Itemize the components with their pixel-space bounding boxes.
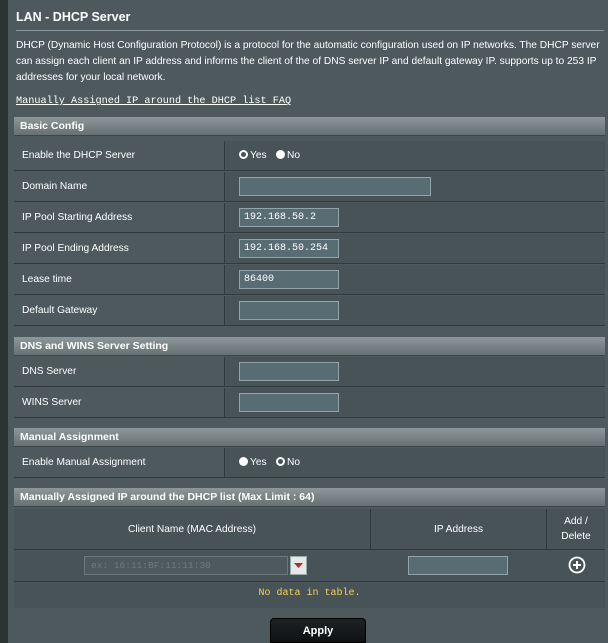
enable-dhcp-row: Enable the DHCP Server Yes No xyxy=(14,141,605,171)
default-gateway-value xyxy=(224,296,605,325)
domain-name-row: Domain Name xyxy=(14,172,605,202)
yes-label: Yes xyxy=(250,150,267,161)
domain-name-label: Domain Name xyxy=(14,172,224,201)
wins-server-row: WINS Server xyxy=(14,388,605,418)
faq-link[interactable]: Manually Assigned IP around the DHCP lis… xyxy=(16,96,291,107)
add-label: Add / xyxy=(564,516,588,527)
enable-manual-value: Yes No xyxy=(224,448,605,477)
domain-name-input[interactable] xyxy=(239,177,431,196)
domain-name-value xyxy=(224,172,605,201)
manual-ip-input[interactable] xyxy=(408,556,508,575)
enable-manual-no-radio[interactable]: No xyxy=(276,448,300,477)
radio-selected-icon xyxy=(276,457,285,466)
dns-server-input[interactable] xyxy=(239,362,339,381)
apply-button[interactable]: Apply xyxy=(270,618,366,643)
default-gateway-input[interactable] xyxy=(239,301,339,320)
wins-server-value xyxy=(224,388,605,417)
pool-end-label: IP Pool Ending Address xyxy=(14,234,224,263)
radio-unselected-icon xyxy=(239,457,248,466)
pool-start-value: 192.168.50.2 xyxy=(224,203,605,232)
enable-dhcp-label: Enable the DHCP Server xyxy=(14,141,224,170)
default-gateway-label: Default Gateway xyxy=(14,296,224,325)
dns-server-row: DNS Server xyxy=(14,357,605,387)
basic-config-header: Basic Config xyxy=(14,117,605,136)
dns-server-label: DNS Server xyxy=(14,357,224,386)
radio-unselected-icon xyxy=(276,150,285,159)
pool-end-input[interactable]: 192.168.50.254 xyxy=(239,239,339,258)
manual-assignment-header: Manual Assignment xyxy=(14,428,605,447)
add-delete-column-header: Add / Delete xyxy=(547,509,605,549)
no-label: No xyxy=(287,150,301,161)
page-description: DHCP (Dynamic Host Configuration Protoco… xyxy=(16,40,600,83)
pool-end-value: 192.168.50.254 xyxy=(224,234,605,263)
lease-time-value: 86400 xyxy=(224,265,605,294)
lease-time-input[interactable]: 86400 xyxy=(239,270,339,289)
pool-start-label: IP Pool Starting Address xyxy=(14,203,224,232)
dns-wins-header: DNS and WINS Server Setting xyxy=(14,337,605,356)
dns-server-value xyxy=(224,357,605,386)
title-divider xyxy=(16,30,604,31)
mac-address-input[interactable]: ex: 16:11:BF:11:11:30 xyxy=(84,556,288,575)
wins-server-label: WINS Server xyxy=(14,388,224,417)
enable-dhcp-no-radio[interactable]: No xyxy=(276,141,300,170)
plus-circle-icon xyxy=(568,556,586,574)
manual-list-edit-row: ex: 16:11:BF:11:11:30 xyxy=(14,550,605,582)
pool-end-row: IP Pool Ending Address 192.168.50.254 xyxy=(14,234,605,264)
wins-server-input[interactable] xyxy=(239,393,339,412)
default-gateway-row: Default Gateway xyxy=(14,296,605,326)
pool-start-input[interactable]: 192.168.50.2 xyxy=(239,208,339,227)
pool-start-row: IP Pool Starting Address 192.168.50.2 xyxy=(14,203,605,233)
ip-address-column-header: IP Address xyxy=(371,509,547,549)
enable-manual-label: Enable Manual Assignment xyxy=(14,448,224,477)
manual-list-table-header: Client Name (MAC Address) IP Address Add… xyxy=(14,509,605,550)
enable-dhcp-yes-radio[interactable]: Yes xyxy=(239,141,267,170)
manual-list-header: Manually Assigned IP around the DHCP lis… xyxy=(14,488,605,507)
radio-selected-icon xyxy=(239,150,248,159)
enable-manual-row: Enable Manual Assignment Yes No xyxy=(14,448,605,478)
delete-label: Delete xyxy=(561,531,591,542)
enable-manual-yes-radio[interactable]: Yes xyxy=(239,448,267,477)
no-label: No xyxy=(287,457,301,468)
lease-time-row: Lease time 86400 xyxy=(14,265,605,295)
page-title: LAN - DHCP Server xyxy=(16,10,131,24)
client-name-column-header: Client Name (MAC Address) xyxy=(14,509,371,549)
client-dropdown-button[interactable] xyxy=(290,556,307,575)
yes-label: Yes xyxy=(250,457,267,468)
empty-table-message: No data in table. xyxy=(14,582,605,608)
add-entry-button[interactable] xyxy=(568,556,586,574)
settings-panel: LAN - DHCP Server DHCP (Dynamic Host Con… xyxy=(8,0,608,643)
lease-time-label: Lease time xyxy=(14,265,224,294)
enable-dhcp-value: Yes No xyxy=(224,141,605,170)
dropdown-arrow-icon xyxy=(294,563,303,568)
